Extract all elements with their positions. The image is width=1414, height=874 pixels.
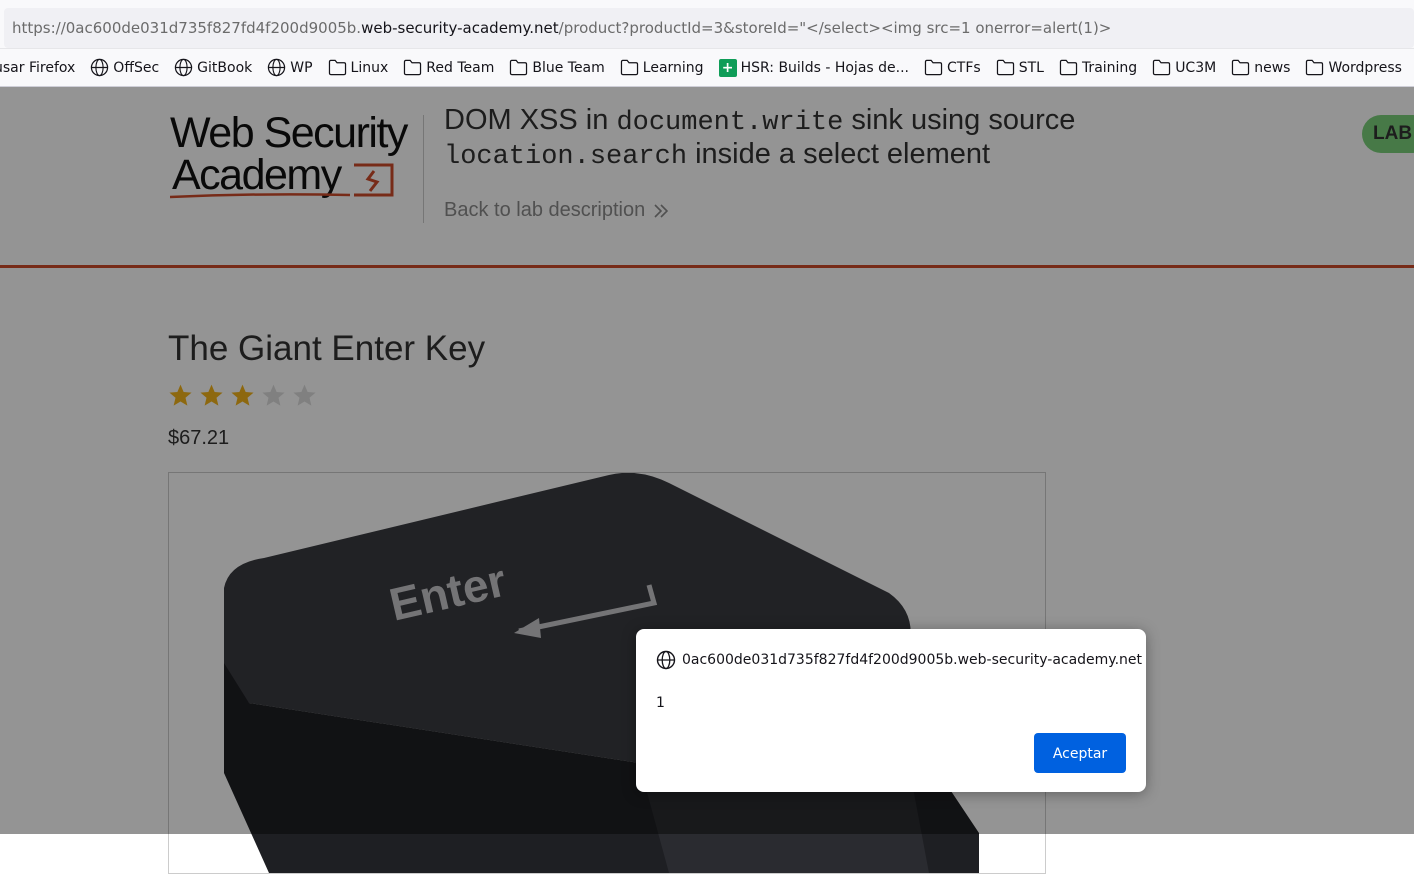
url-host: web-security-academy.net xyxy=(361,19,559,37)
bookmark-label: GitBook xyxy=(197,59,253,76)
folder-icon xyxy=(1059,59,1078,76)
bookmark-item[interactable]: news xyxy=(1224,49,1298,86)
bookmark-label: Blue Team xyxy=(532,59,605,76)
bookmark-label: WP xyxy=(290,59,313,76)
bookmark-item[interactable]: UC3M xyxy=(1145,49,1224,86)
url-field[interactable]: https://0ac600de031d735f827fd4f200d9005b… xyxy=(4,8,1414,48)
bookmark-label: Red Team xyxy=(426,59,495,76)
alert-dialog: 0ac600de031d735f827fd4f200d9005b.web-sec… xyxy=(636,629,1146,792)
dialog-origin: 0ac600de031d735f827fd4f200d9005b.web-sec… xyxy=(656,650,1142,670)
folder-icon xyxy=(509,59,528,76)
bookmark-item[interactable]: WP xyxy=(260,49,320,86)
accept-button[interactable]: Aceptar xyxy=(1034,733,1126,773)
bookmark-label: OffSec xyxy=(113,59,160,76)
globe-icon xyxy=(656,650,676,670)
bookmark-item[interactable]: GitBook xyxy=(167,49,260,86)
folder-icon xyxy=(1152,59,1171,76)
bookmark-label: STL xyxy=(1018,59,1044,76)
bookmark-item[interactable]: + HSR: Builds - Hojas de... xyxy=(712,49,917,86)
sheets-icon: + xyxy=(718,58,737,77)
address-bar[interactable]: https://0ac600de031d735f827fd4f200d9005b… xyxy=(0,0,1414,49)
bookmark-item[interactable]: usar Firefox xyxy=(0,49,83,86)
bookmark-label: news xyxy=(1254,59,1291,76)
bookmark-item[interactable]: CTFs xyxy=(917,49,989,86)
bookmark-item[interactable]: Red Team xyxy=(396,49,502,86)
folder-icon xyxy=(620,59,639,76)
folder-icon xyxy=(328,59,347,76)
folder-icon xyxy=(403,59,422,76)
bookmark-item[interactable]: Blue Team xyxy=(502,49,612,86)
bookmark-item[interactable]: Linux xyxy=(321,49,397,86)
bookmark-item[interactable]: Wordpress xyxy=(1298,49,1410,86)
bookmark-label: Training xyxy=(1081,59,1138,76)
bookmark-label: HSR: Builds - Hojas de... xyxy=(740,59,909,76)
folder-icon xyxy=(1231,59,1250,76)
bookmark-label: Linux xyxy=(350,59,389,76)
folder-icon xyxy=(1305,59,1324,76)
bookmark-item[interactable]: Learning xyxy=(613,49,712,86)
globe-icon xyxy=(90,58,109,77)
bookmark-label: Learning xyxy=(642,59,704,76)
globe-icon xyxy=(267,58,286,77)
bookmark-label: usar Firefox xyxy=(0,59,76,76)
url-path: /product?productId=3&storeId="</select><… xyxy=(558,19,1112,37)
bookmarks-toolbar: usar Firefox OffSec GitBook WP Linux Red Team… xyxy=(0,49,1414,87)
bookmark-label: CTFs xyxy=(947,59,981,76)
folder-icon xyxy=(924,59,943,76)
bookmark-item[interactable]: OffSec xyxy=(83,49,167,86)
url-prefix: https://0ac600de031d735f827fd4f200d9005b… xyxy=(12,19,362,37)
dialog-message: 1 xyxy=(656,695,665,711)
globe-icon xyxy=(174,58,193,77)
dialog-origin-text: 0ac600de031d735f827fd4f200d9005b.web-sec… xyxy=(682,652,1143,668)
bookmark-label: UC3M xyxy=(1175,59,1217,76)
folder-icon xyxy=(996,59,1015,76)
bookmark-item[interactable]: STL xyxy=(989,49,1052,86)
bookmark-label: Wordpress xyxy=(1328,59,1402,76)
bookmark-item[interactable]: Training xyxy=(1052,49,1145,86)
